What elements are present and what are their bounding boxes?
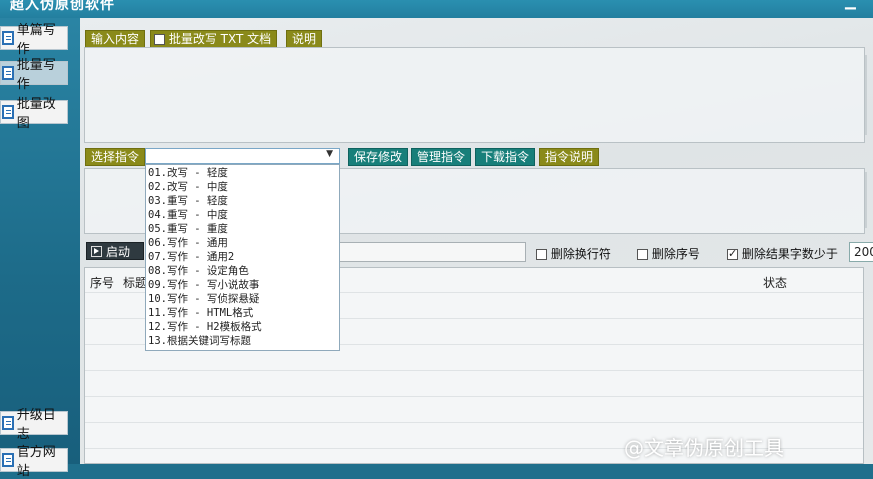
log-icon xyxy=(2,416,14,430)
option-min-chars[interactable]: 删除结果字数少于 xyxy=(727,245,838,262)
dropdown-option[interactable]: 12.写作 - H2模板格式 xyxy=(146,320,339,334)
document-icon xyxy=(2,31,14,45)
command-select[interactable]: ▼ xyxy=(145,148,340,164)
sidebar-item-label: 单篇写作 xyxy=(16,23,56,57)
column-header-status[interactable]: 状态 xyxy=(763,274,787,291)
path-input[interactable] xyxy=(339,242,526,262)
remove-numbers-checkbox[interactable] xyxy=(637,249,648,260)
watermark-text: @文章伪原创工具 xyxy=(624,436,784,460)
globe-icon xyxy=(2,453,14,467)
dropdown-option[interactable]: 11.写作 - HTML格式 xyxy=(146,306,339,320)
document-edit-icon xyxy=(2,66,14,80)
sidebar-item-single-write[interactable]: 单篇写作 xyxy=(0,23,68,57)
input-scrollbar[interactable] xyxy=(865,55,867,135)
dropdown-option[interactable]: 01.改写 - 轻度 xyxy=(146,166,339,180)
sidebar-item-batch-write[interactable]: 批量写作 xyxy=(0,58,68,92)
dropdown-option[interactable]: 02.改写 - 中度 xyxy=(146,180,339,194)
option-label: 删除结果字数少于 xyxy=(741,247,838,261)
dropdown-option[interactable]: 03.重写 - 轻度 xyxy=(146,194,339,208)
batch-txt-toggle[interactable]: 批量改写 TXT 文档 xyxy=(150,30,278,48)
column-header-index[interactable]: 序号 xyxy=(90,274,114,291)
dropdown-option[interactable]: 06.写作 - 通用 xyxy=(146,236,339,250)
sidebar-item-batch-image[interactable]: 批量改图 xyxy=(0,97,68,131)
command-help-button[interactable]: 指令说明 xyxy=(539,148,600,166)
dropdown-option[interactable]: 10.写作 - 写侦探悬疑 xyxy=(146,292,339,306)
start-label: 启动 xyxy=(106,244,131,259)
option-remove-newlines[interactable]: 删除换行符 xyxy=(536,245,611,262)
row-divider xyxy=(85,422,863,423)
input-textarea[interactable] xyxy=(84,47,865,143)
option-remove-numbers[interactable]: 删除序号 xyxy=(637,245,700,262)
dropdown-option[interactable]: 04.重写 - 中度 xyxy=(146,208,339,222)
app-title: 超入伪原创软件 xyxy=(10,0,115,13)
min-chars-input[interactable]: 200 xyxy=(849,242,873,262)
batch-txt-label: 批量改写 TXT 文档 xyxy=(168,32,272,46)
column-header-title[interactable]: 标题 xyxy=(123,274,147,291)
dropdown-option[interactable]: 07.写作 - 通用2 xyxy=(146,250,339,264)
dropdown-option[interactable]: 05.重写 - 重度 xyxy=(146,222,339,236)
min-chars-checkbox[interactable] xyxy=(727,247,738,260)
row-divider xyxy=(85,396,863,397)
batch-txt-checkbox[interactable] xyxy=(154,34,165,45)
command-dropdown-list: 01.改写 - 轻度 02.改写 - 中度 03.重写 - 轻度 04.重写 -… xyxy=(145,164,340,351)
dropdown-option[interactable]: 09.写作 - 写小说故事 xyxy=(146,278,339,292)
chevron-down-icon[interactable]: ▼ xyxy=(326,149,333,159)
option-label: 删除换行符 xyxy=(550,247,611,261)
dropdown-option[interactable]: 08.写作 - 设定角色 xyxy=(146,264,339,278)
title-bar: 超入伪原创软件 ▁ xyxy=(0,0,873,18)
save-changes-button[interactable]: 保存修改 xyxy=(348,148,409,166)
command-scrollbar[interactable] xyxy=(865,172,867,228)
remove-newlines-checkbox[interactable] xyxy=(536,249,547,260)
sidebar-item-label: 官方网站 xyxy=(16,445,56,479)
start-button[interactable]: 启动 xyxy=(86,242,144,260)
sidebar-item-label: 批量改图 xyxy=(16,97,56,131)
help-button[interactable]: 说明 xyxy=(286,30,323,48)
tab-input-content[interactable]: 输入内容 xyxy=(85,30,146,48)
dropdown-option[interactable]: 13.根据关键词写标题 xyxy=(146,334,339,348)
download-commands-button[interactable]: 下载指令 xyxy=(475,148,536,166)
row-divider xyxy=(85,370,863,371)
image-icon xyxy=(2,105,14,119)
sidebar-item-label: 批量写作 xyxy=(16,58,56,92)
option-label: 删除序号 xyxy=(651,247,700,261)
sidebar-item-website[interactable]: 官方网站 xyxy=(0,445,68,479)
play-icon xyxy=(91,245,102,257)
manage-commands-button[interactable]: 管理指令 xyxy=(411,148,472,166)
minimize-icon[interactable]: ▁ xyxy=(845,0,856,10)
sidebar-item-changelog[interactable]: 升级日志 xyxy=(0,408,68,442)
select-command-label: 选择指令 xyxy=(85,148,146,166)
sidebar-item-label: 升级日志 xyxy=(16,408,56,442)
